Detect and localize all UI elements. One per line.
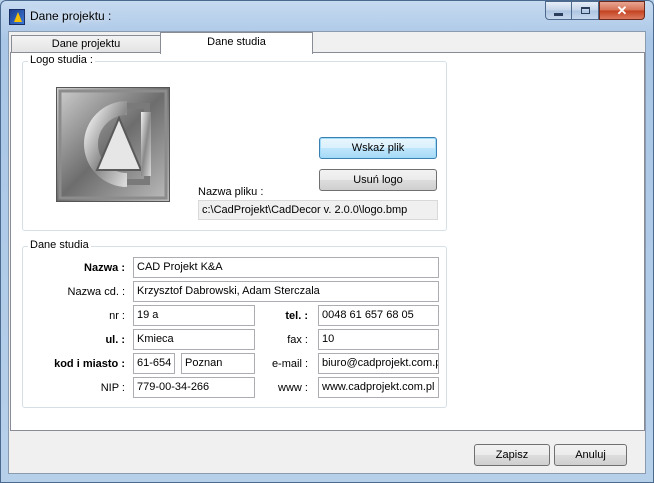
nip-field[interactable]: 779-00-34-266 xyxy=(133,377,255,398)
nip-label: NIP : xyxy=(100,382,125,394)
app-icon xyxy=(9,9,25,25)
fax-label: fax : xyxy=(287,334,308,346)
name-field[interactable]: CAD Projekt K&A xyxy=(133,257,439,278)
logo-group-label: Logo studia : xyxy=(28,54,95,66)
tab-panel: Logo studia : Wskaż plik Usuń logo Nazwa… xyxy=(10,52,645,431)
cad-logo-graphic xyxy=(58,89,168,200)
remove-logo-button[interactable]: Usuń logo xyxy=(319,169,437,191)
email-label: e-mail : xyxy=(271,358,308,370)
street-label: ul. : xyxy=(105,334,125,346)
maximize-icon xyxy=(580,7,590,14)
tel-label: tel. : xyxy=(285,310,308,322)
close-button[interactable]: ✕ xyxy=(599,1,645,20)
minimize-button[interactable] xyxy=(545,1,572,20)
name-cont-field[interactable]: Krzysztof Dabrowski, Adam Sterczala xyxy=(133,281,439,302)
browse-file-button[interactable]: Wskaż plik xyxy=(319,137,437,159)
nr-label: nr : xyxy=(109,310,125,322)
street-field[interactable]: Kmieca xyxy=(133,329,255,350)
cancel-button[interactable]: Anuluj xyxy=(554,444,627,466)
dialog-client-area: Dane projektu Dane studia Logo studia : xyxy=(8,31,646,474)
maximize-button[interactable] xyxy=(572,1,599,20)
filename-field: c:\CadProjekt\CadDecor v. 2.0.0\logo.bmp xyxy=(198,200,438,220)
logo-group: Logo studia : Wskaż plik Usuń logo Nazwa… xyxy=(22,54,447,231)
dialog-window: Dane projektu : ✕ Dane projektu Dane stu… xyxy=(0,0,654,483)
studio-data-group: Dane studia Nazwa : CAD Projekt K&A Nazw… xyxy=(22,239,447,408)
city-field[interactable]: Poznan xyxy=(181,353,255,374)
name-label: Nazwa : xyxy=(84,262,125,274)
window-title: Dane projektu : xyxy=(30,9,112,23)
save-button[interactable]: Zapisz xyxy=(474,444,550,466)
city-label: kod i miasto : xyxy=(54,358,125,370)
www-label: www : xyxy=(278,382,308,394)
postcode-field[interactable]: 61-654 xyxy=(133,353,175,374)
minimize-icon xyxy=(554,13,563,16)
tab-strip: Dane projektu Dane studia xyxy=(9,32,647,54)
tel-field[interactable]: 0048 61 657 68 05 xyxy=(318,305,439,326)
nr-field[interactable]: 19 a xyxy=(133,305,255,326)
tab-dane-studia[interactable]: Dane studia xyxy=(160,32,313,54)
www-field[interactable]: www.cadprojekt.com.pl xyxy=(318,377,439,398)
close-icon: ✕ xyxy=(616,2,628,18)
cad-logo-image xyxy=(56,87,170,202)
studio-group-label: Dane studia xyxy=(28,239,91,251)
email-field[interactable]: biuro@cadprojekt.com.pl xyxy=(318,353,439,374)
name-cont-label: Nazwa cd. : xyxy=(67,286,125,298)
tab-dane-projektu[interactable]: Dane projektu xyxy=(11,35,161,53)
filename-label: Nazwa pliku : xyxy=(198,186,264,198)
title-bar[interactable]: Dane projektu : ✕ xyxy=(1,1,653,31)
fax-field[interactable]: 10 xyxy=(318,329,439,350)
